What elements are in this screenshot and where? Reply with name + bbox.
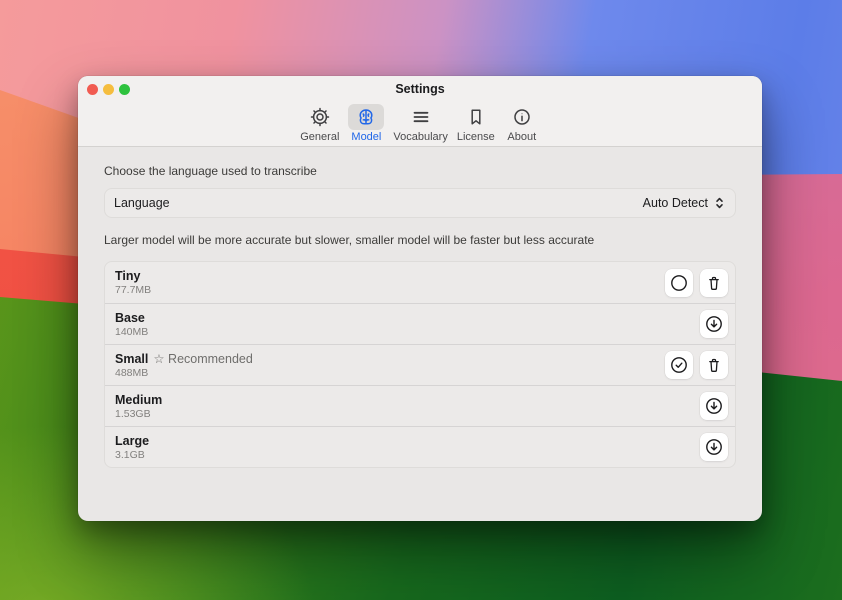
model-name: Medium — [115, 392, 163, 407]
model-row-large: Large 3.1GB — [105, 426, 735, 467]
model-name: Base — [115, 310, 145, 325]
settings-window: Settings General Model Vocabulary Licens… — [78, 76, 762, 521]
titlebar: Settings — [78, 76, 762, 102]
tab-vocabulary-label: Vocabulary — [393, 131, 448, 143]
model-row-small: Small ☆ Recommended 488MB — [105, 344, 735, 385]
window-title: Settings — [395, 82, 445, 96]
trash-icon — [709, 358, 719, 372]
model-row-base: Base 140MB — [105, 303, 735, 344]
model-name: Large — [115, 433, 150, 448]
model-badge: ☆ Recommended — [153, 351, 253, 366]
download-model-button[interactable] — [700, 310, 728, 338]
model-description: Larger model will be more accurate but s… — [104, 233, 595, 247]
model-info: Tiny 77.7MB — [115, 269, 151, 296]
model-list: Tiny 77.7MB Base 140MB Small ☆ Recommend… — [104, 261, 736, 468]
gear-icon — [302, 104, 338, 130]
model-size: 77.7MB — [115, 284, 152, 296]
model-row-tiny: Tiny 77.7MB — [105, 262, 735, 303]
model-name: Small — [115, 351, 149, 366]
model-name: Tiny — [115, 269, 141, 283]
language-row[interactable]: Language Auto Detect — [104, 188, 736, 218]
download-model-button[interactable] — [700, 433, 728, 461]
info-circle-icon — [504, 104, 540, 130]
tab-license-label: License — [456, 131, 495, 143]
language-description: Choose the language used to transcribe — [104, 164, 317, 178]
model-info: Base 140MB — [115, 311, 150, 338]
tab-about-label: About — [507, 131, 537, 143]
tab-general[interactable]: General — [300, 104, 339, 143]
model-size: 488MB — [115, 366, 149, 379]
download-circle-icon — [706, 316, 722, 332]
model-actions — [700, 392, 728, 420]
language-label: Language — [114, 196, 170, 210]
circle-icon — [671, 274, 687, 291]
model-size: 1.53GB — [115, 407, 151, 420]
tab-vocabulary[interactable]: Vocabulary — [393, 104, 448, 143]
toolbar: General Model Vocabulary License About — [78, 102, 762, 143]
model-info: Medium 1.53GB — [115, 393, 167, 420]
model-actions — [700, 433, 728, 461]
language-popup-value: Auto Detect — [642, 196, 708, 210]
model-size: 140MB — [115, 325, 149, 338]
download-circle-icon — [706, 398, 722, 414]
model-row-medium: Medium 1.53GB — [105, 385, 735, 426]
model-info: Small ☆ Recommended 488MB — [115, 352, 253, 379]
chevron-up-down-icon — [716, 197, 723, 209]
select-model-button[interactable] — [665, 268, 693, 297]
model-info: Large 3.1GB — [115, 434, 154, 461]
tab-about[interactable]: About — [504, 104, 540, 143]
trash-icon — [709, 276, 719, 290]
tab-model[interactable]: Model — [348, 104, 385, 143]
model-actions — [665, 351, 728, 379]
language-popup[interactable]: Auto Detect — [643, 196, 726, 210]
tab-license[interactable]: License — [457, 104, 495, 143]
selected-model-button[interactable] — [665, 351, 693, 379]
model-actions — [700, 310, 728, 338]
tab-model-label: Model — [351, 131, 382, 143]
brain-icon — [348, 104, 385, 130]
checkmark-circle-icon — [671, 357, 687, 373]
model-size: 3.1GB — [115, 448, 145, 461]
list-lines-icon — [403, 104, 439, 130]
tab-general-label: General — [300, 131, 340, 143]
model-actions — [665, 268, 728, 297]
download-circle-icon — [706, 439, 722, 455]
delete-model-button[interactable] — [700, 351, 728, 379]
bookmark-icon — [458, 104, 494, 130]
window-header: Settings General Model Vocabulary Licens… — [78, 76, 762, 147]
delete-model-button[interactable] — [700, 268, 728, 297]
download-model-button[interactable] — [700, 392, 728, 420]
settings-content: Choose the language used to transcribe L… — [78, 164, 762, 468]
